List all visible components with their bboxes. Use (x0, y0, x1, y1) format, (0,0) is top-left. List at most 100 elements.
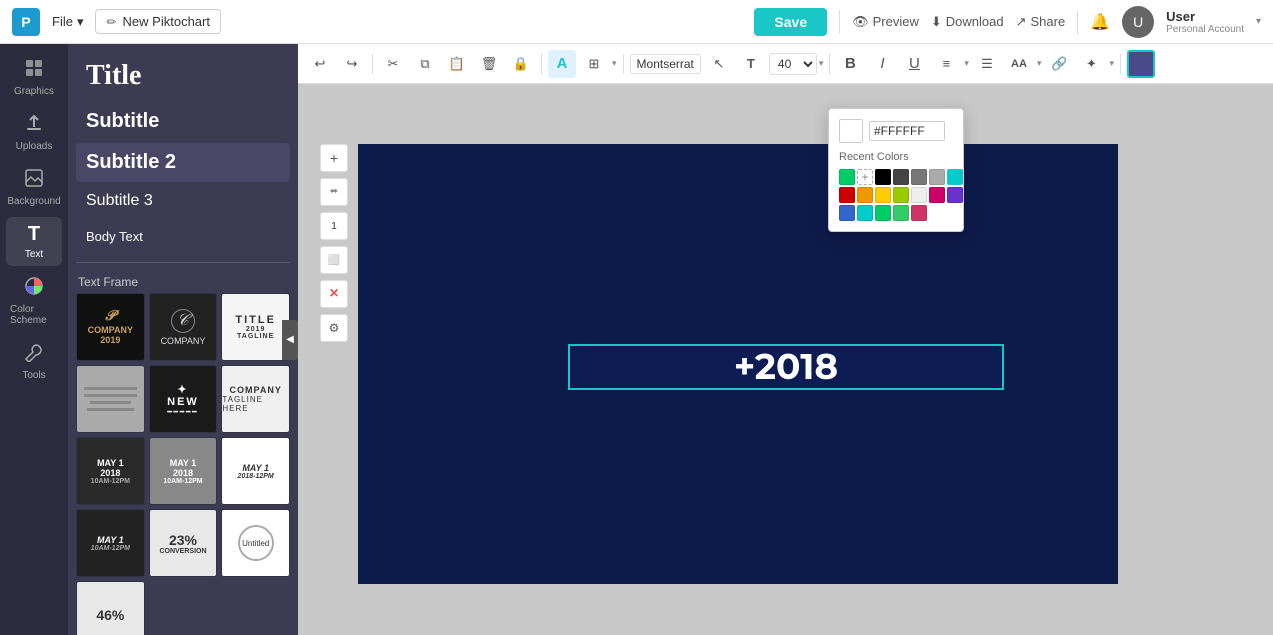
canvas-text-element[interactable]: +2018 (568, 344, 1004, 390)
recent-colors-label: Recent Colors (839, 151, 953, 163)
user-info[interactable]: User Personal Account (1166, 9, 1244, 35)
text-type-btn[interactable]: T (737, 50, 765, 78)
tools-label: Tools (22, 370, 45, 381)
file-menu[interactable]: File ▾ (52, 14, 83, 30)
text-item-title[interactable]: Title (76, 52, 290, 100)
sidebar-item-graphics[interactable]: Graphics (6, 52, 62, 103)
align-objects-btn[interactable]: ⬜ (320, 246, 348, 274)
chevron-size-icon[interactable]: ▾ (819, 58, 824, 69)
bodytext-text: Body Text (86, 229, 143, 244)
paste-button[interactable]: 📋 (443, 50, 471, 78)
chevron-grid-icon[interactable]: ▾ (612, 58, 617, 69)
color-swatch-red[interactable] (839, 187, 855, 203)
graphics-icon (24, 58, 44, 83)
link-button[interactable]: 🔗 (1045, 50, 1073, 78)
canvas-surface[interactable]: +2018 (358, 144, 1118, 584)
underline-button[interactable]: U (900, 50, 928, 78)
text-item-subtitle3[interactable]: Subtitle 3 (76, 184, 290, 218)
sidebar-item-uploads[interactable]: Uploads (6, 107, 62, 158)
frame-item-9[interactable]: MAY 1 2018-12PM (221, 437, 290, 505)
effects-button[interactable]: ✦ (1077, 50, 1105, 78)
chevron-down-icon: ▾ (77, 14, 84, 30)
sidebar-item-tools[interactable]: Tools (6, 336, 62, 387)
color-swatch-lime[interactable] (893, 187, 909, 203)
color-swatch-white[interactable] (911, 187, 927, 203)
frame-item-2[interactable]: 𝒞 COMPANY (149, 293, 218, 361)
chevron-effects-icon[interactable]: ▾ (1109, 58, 1114, 69)
frame-item-12[interactable]: Untitled (221, 509, 290, 577)
zoom-out-btn[interactable]: ⬌ (320, 178, 348, 206)
color-swatch-black[interactable] (875, 169, 891, 185)
chevron-down-user-icon[interactable]: ▾ (1256, 16, 1261, 27)
untitled-circle: Untitled (238, 525, 274, 561)
settings-canvas-btn[interactable]: ⚙ (320, 314, 348, 342)
delete-button[interactable]: 🗑 (475, 50, 503, 78)
project-title-input[interactable]: ✏ New Piktochart (95, 9, 220, 34)
bold-button[interactable]: B (836, 50, 864, 78)
frame-item-3[interactable]: TITLE 2019 TAGLINE (221, 293, 290, 361)
text-color-active-button[interactable]: A (548, 50, 576, 78)
color-swatch-teal[interactable] (857, 205, 873, 221)
color-swatch-mint[interactable] (893, 205, 909, 221)
color-swatch-gray[interactable] (911, 169, 927, 185)
frame-item-1[interactable]: 𝒫 COMPANY 2019 (76, 293, 145, 361)
frame-item-6[interactable]: COMPANY TAGLINE HERE (221, 365, 290, 433)
font-name-select[interactable]: Montserrat (630, 54, 701, 74)
frame-item-13[interactable]: 46% (76, 581, 145, 635)
lock-button[interactable]: 🔒 (507, 50, 535, 78)
preview-action[interactable]: 👁 Preview (852, 14, 919, 30)
text-item-subtitle[interactable]: Subtitle (76, 102, 290, 141)
align-button[interactable]: ≡ (932, 50, 960, 78)
top-bar: P File ▾ ✏ New Piktochart Save 👁 Preview… (0, 0, 1273, 44)
undo-button[interactable]: ↩ (306, 50, 334, 78)
share-action[interactable]: ↗ Share (1016, 14, 1066, 30)
sidebar-item-background[interactable]: Background (6, 162, 62, 213)
copy-button[interactable]: ⧉ (411, 50, 439, 78)
color-swatch-green[interactable] (839, 169, 855, 185)
chevron-case-icon[interactable]: ▾ (1037, 58, 1042, 69)
add-color-btn[interactable]: + (857, 169, 873, 185)
frame-item-4[interactable] (76, 365, 145, 433)
color-swatch-darkgray[interactable] (893, 169, 909, 185)
color-swatch-purple[interactable] (947, 187, 963, 203)
zoom-in-btn[interactable]: + (320, 144, 348, 172)
cut-button[interactable]: ✂ (379, 50, 407, 78)
color-hex-input[interactable] (869, 121, 945, 141)
frame-item-10[interactable]: MAY 1 10AM-12PM (76, 509, 145, 577)
frame-item-8[interactable]: MAY 1 2018 10AM-12PM (149, 437, 218, 505)
chevron-align-icon[interactable]: ▾ (964, 58, 969, 69)
redo-button[interactable]: ↪ (338, 50, 366, 78)
frame-item-7[interactable]: MAY 1 2018 10AM-12PM (76, 437, 145, 505)
collapse-panel-btn[interactable]: ◀ (282, 320, 298, 360)
save-button[interactable]: Save (754, 8, 827, 36)
color-swatch-button[interactable] (1127, 50, 1155, 78)
color-swatch-lightgray[interactable] (929, 169, 945, 185)
italic-button[interactable]: I (868, 50, 896, 78)
sidebar-item-text[interactable]: T Text (6, 217, 62, 266)
sidebar-item-colorscheme[interactable]: Color Scheme (6, 270, 62, 332)
frame-item-5[interactable]: ✦ NEW ━━━━━ (149, 365, 218, 433)
download-icon: ⬇ (931, 14, 942, 30)
user-account: Personal Account (1166, 24, 1244, 35)
cursor-icon-btn[interactable]: ↖ (705, 50, 733, 78)
color-swatch-blue[interactable] (839, 205, 855, 221)
grid-button[interactable]: ⊞ (580, 50, 608, 78)
text-item-subtitle2[interactable]: Subtitle 2 (76, 143, 290, 182)
color-swatch-green2[interactable] (875, 205, 891, 221)
delete-canvas-btn[interactable]: × (320, 280, 348, 308)
colorscheme-label: Color Scheme (10, 304, 58, 326)
download-action[interactable]: ⬇ Download (931, 14, 1004, 30)
color-swatch-rose[interactable] (911, 205, 927, 221)
color-swatch-yellow[interactable] (875, 187, 891, 203)
logo[interactable]: P (12, 8, 40, 36)
avatar[interactable]: U (1122, 6, 1154, 38)
color-swatch-cyan[interactable] (947, 169, 963, 185)
font-size-select[interactable]: 40 810121416 1820242832 36486072 (769, 53, 817, 75)
color-swatch-orange[interactable] (857, 187, 873, 203)
text-item-bodytext[interactable]: Body Text (76, 220, 290, 254)
case-button[interactable]: AA (1005, 50, 1033, 78)
frame-item-11[interactable]: 23% CONVERSION (149, 509, 218, 577)
color-swatch-pink[interactable] (929, 187, 945, 203)
list-button[interactable]: ☰ (973, 50, 1001, 78)
notification-bell[interactable]: 🔔 (1090, 12, 1110, 32)
